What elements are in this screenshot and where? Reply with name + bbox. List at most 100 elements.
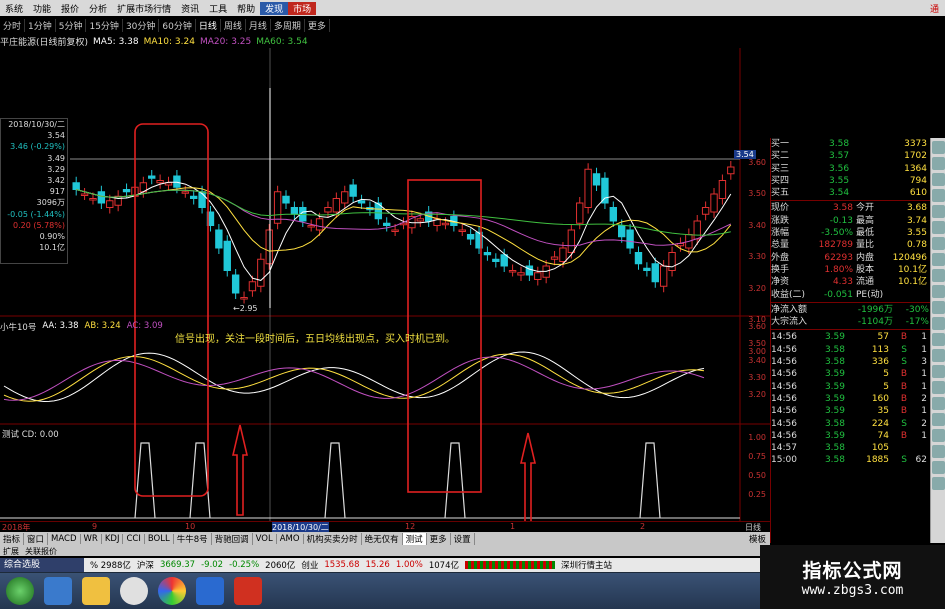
menu-analysis[interactable]: 分析 — [84, 2, 112, 15]
sidebar-tool-icon[interactable] — [932, 349, 945, 362]
sidebar-tool-icon[interactable] — [932, 269, 945, 282]
tick-row: 14:56 3.59 74 B 1 — [771, 430, 930, 442]
period-9[interactable]: 多周期 — [271, 18, 305, 32]
candle-body — [248, 281, 257, 292]
bid-price: 3.54 — [829, 188, 850, 199]
menu-function[interactable]: 功能 — [28, 2, 56, 15]
indicator-tab-9[interactable]: VOL — [253, 534, 277, 544]
info-row: 3.54 — [47, 131, 65, 141]
indicator-tab-1[interactable]: 窗口 — [24, 533, 49, 545]
period-6[interactable]: 日线 — [196, 18, 221, 32]
sidebar-tool-icon[interactable] — [932, 141, 945, 154]
related-quote-tab[interactable]: 关联报价 — [25, 546, 57, 556]
template-tab[interactable]: 模板 — [745, 533, 770, 545]
sidebar-tool-icon[interactable] — [932, 477, 945, 490]
tick-count: 1 — [921, 406, 927, 417]
sidebar-tool-icon[interactable] — [932, 461, 945, 474]
indicator-tab-6[interactable]: BOLL — [145, 534, 174, 544]
period-5[interactable]: 60分钟 — [159, 18, 196, 32]
windows-taskbar — [0, 573, 760, 609]
menu-extended-market[interactable]: 扩展市场行情 — [112, 2, 176, 15]
period-8[interactable]: 月线 — [246, 18, 271, 32]
y-tick-label: 0.75 — [748, 452, 766, 461]
indicator-tab-5[interactable]: CCI — [123, 534, 145, 544]
indicator-tab-3[interactable]: WR — [81, 534, 102, 544]
stat-value: 3.68 — [906, 203, 927, 214]
stock-app-icon[interactable] — [234, 577, 262, 605]
chart-canvas[interactable] — [0, 48, 770, 521]
y-tick-label: 3.40 — [748, 356, 766, 365]
bid-row-2[interactable]: 买二 3.57 1702 — [771, 150, 930, 162]
sidebar-tool-icon[interactable] — [932, 429, 945, 442]
bid-row-5[interactable]: 买五 3.54 610 — [771, 187, 930, 199]
indicator-tab-13[interactable]: 测试 — [402, 533, 427, 545]
period-3[interactable]: 15分钟 — [86, 18, 123, 32]
chrome-icon[interactable] — [158, 577, 186, 605]
indicator-tab-2[interactable]: MACD — [48, 534, 81, 544]
sidebar-tool-icon[interactable] — [932, 413, 945, 426]
stat-row: 涨跌 -0.13 最高 3.74 — [771, 215, 930, 227]
period-4[interactable]: 30分钟 — [123, 18, 160, 32]
candle-body — [282, 195, 290, 204]
sidebar-tool-icon[interactable] — [932, 205, 945, 218]
sh-percent: -0.25% — [229, 560, 260, 570]
flow-label: 净流入额 — [771, 304, 808, 315]
media-icon[interactable] — [120, 577, 148, 605]
menu-discover[interactable]: 发现 — [260, 1, 289, 15]
sidebar-tool-icon[interactable] — [932, 253, 945, 266]
indicator-tab-8[interactable]: 背驰回调 — [212, 533, 253, 545]
bid-row-4[interactable]: 买四 3.55 794 — [771, 175, 930, 187]
menu-news[interactable]: 资讯 — [176, 2, 204, 15]
y-tick-label: 3.20 — [748, 390, 766, 399]
indicator-tab-7[interactable]: 牛牛8号 — [174, 533, 212, 545]
sidebar-tool-icon[interactable] — [932, 445, 945, 458]
indicator-tab-11[interactable]: 机构买卖分时 — [304, 533, 362, 545]
sidebar-tool-icon[interactable] — [932, 237, 945, 250]
period-1[interactable]: 1分钟 — [25, 18, 56, 32]
menu-tools[interactable]: 工具 — [204, 2, 232, 15]
sidebar-tool-icon[interactable] — [932, 189, 945, 202]
sidebar-tool-icon[interactable] — [932, 365, 945, 378]
server-label[interactable]: 深圳行情主站 — [561, 559, 612, 571]
tick-side: B — [900, 332, 907, 343]
start-icon[interactable] — [6, 577, 34, 605]
candle-body — [609, 207, 618, 222]
period-7[interactable]: 周线 — [221, 18, 246, 32]
menu-quote[interactable]: 报价 — [56, 2, 84, 15]
menu-help[interactable]: 帮助 — [232, 2, 260, 15]
indicator-tab-10[interactable]: AMO — [277, 534, 304, 544]
menu-system[interactable]: 系统 — [0, 2, 28, 15]
main-y-axis: 3.60 3.50 3.40 3.30 3.20 3.10 3.00 — [740, 48, 768, 356]
sidebar-tool-icon[interactable] — [932, 173, 945, 186]
candle-body — [181, 191, 189, 194]
tick-volume: 57 — [877, 332, 889, 343]
sidebar-tool-icon[interactable] — [932, 285, 945, 298]
period-10[interactable]: 更多 — [305, 18, 330, 32]
indicator-tab-15[interactable]: 设置 — [451, 533, 475, 545]
sidebar-tool-icon[interactable] — [932, 221, 945, 234]
tick-time: 14:56 — [771, 430, 797, 441]
candle-body — [80, 193, 89, 196]
stock-screener-button[interactable]: 综合选股 — [0, 558, 84, 572]
bid-row-3[interactable]: 买三 3.56 1364 — [771, 163, 930, 175]
tick-time: 14:56 — [771, 406, 797, 417]
folder-icon[interactable] — [82, 577, 110, 605]
indicator-tab-4[interactable]: KDJ — [102, 534, 124, 544]
period-2[interactable]: 5分钟 — [56, 18, 87, 32]
bid-row-1[interactable]: 买一 3.58 3373 — [771, 138, 930, 150]
indicator-tab-14[interactable]: 更多 — [427, 533, 451, 545]
explorer-icon[interactable] — [44, 577, 72, 605]
sidebar-tool-icon[interactable] — [932, 301, 945, 314]
extension-tab[interactable]: 扩展 — [3, 546, 19, 556]
sidebar-tool-icon[interactable] — [932, 397, 945, 410]
indicator-tab-0[interactable]: 指标 — [0, 533, 25, 545]
period-0[interactable]: 分时 — [0, 18, 26, 32]
info-row: 3.49 — [47, 153, 65, 163]
sidebar-tool-icon[interactable] — [932, 333, 945, 346]
sidebar-tool-icon[interactable] — [932, 381, 945, 394]
indicator-tab-12[interactable]: 绝无仅有 — [362, 533, 403, 545]
app-icon[interactable] — [196, 577, 224, 605]
sidebar-tool-icon[interactable] — [932, 157, 945, 170]
menu-market[interactable]: 市场 — [288, 1, 317, 15]
sidebar-tool-icon[interactable] — [932, 317, 945, 330]
